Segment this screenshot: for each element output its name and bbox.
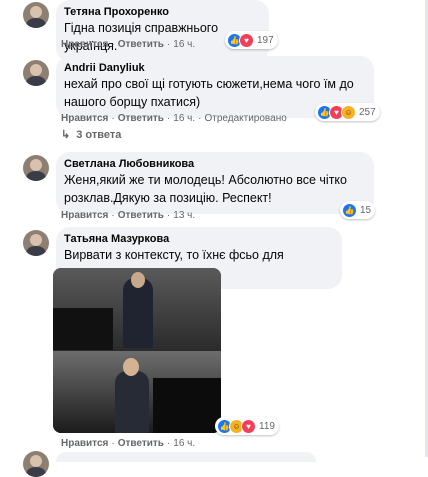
separator: · <box>111 39 115 50</box>
separator: · <box>166 210 171 221</box>
separator: · <box>111 438 115 449</box>
reactions-summary[interactable]: 👍 ♥ 197 <box>225 31 278 49</box>
photo-car <box>53 308 113 350</box>
separator: · <box>111 113 115 124</box>
photo-person <box>123 278 153 348</box>
comment-author[interactable]: Andrii Danyliuk <box>64 61 364 75</box>
photo-car <box>153 378 221 433</box>
separator: · <box>166 438 171 449</box>
reply-button[interactable]: Ответить <box>118 210 164 221</box>
replies-count: 3 ответа <box>76 129 122 141</box>
reactions-summary[interactable]: 👍 ☺ ♥ 119 <box>215 417 279 435</box>
avatar[interactable] <box>23 60 49 86</box>
comment-author[interactable]: Светлана Любовникова <box>64 157 364 171</box>
separator: · <box>166 39 171 50</box>
comment-actions: Нравится · Ответить · 13 ч. <box>61 209 195 223</box>
comment-photo[interactable] <box>53 268 221 433</box>
like-button[interactable]: Нравится <box>61 210 108 221</box>
avatar[interactable] <box>23 2 49 28</box>
photo-person-head <box>131 272 145 288</box>
comment-actions: Нравится · Ответить · 16 ч. <box>61 38 195 52</box>
comment-actions: Нравится · Ответить · 16 ч. · Отредактировано <box>61 112 287 126</box>
reactions-summary[interactable]: 👍 ♥ ☺ 257 <box>315 103 380 121</box>
reply-arrow-icon: ↳ <box>61 129 71 141</box>
reply-button[interactable]: Ответить <box>118 39 164 50</box>
timestamp[interactable]: 16 ч. <box>173 113 195 124</box>
comment-bubble: Светлана Любовникова Женя,який же ти мол… <box>56 152 374 214</box>
comment-text: Женя,який же ти молодець! Абсолютно все … <box>64 173 347 205</box>
edited-label: Отредактировано <box>204 113 287 124</box>
view-replies-link[interactable]: ↳ 3 ответа <box>61 128 121 141</box>
timestamp[interactable]: 16 ч. <box>173 39 195 50</box>
photo-person <box>115 371 149 433</box>
love-icon: ♥ <box>239 32 254 48</box>
separator: · <box>111 210 115 221</box>
haha-icon: ☺ <box>341 104 356 120</box>
like-button[interactable]: Нравится <box>61 39 108 50</box>
love-icon: ♥ <box>241 418 256 434</box>
timestamp[interactable]: 13 ч. <box>173 210 195 221</box>
reaction-count: 15 <box>360 204 372 216</box>
reply-button[interactable]: Ответить <box>118 438 164 449</box>
separator: · <box>166 113 171 124</box>
timestamp[interactable]: 16 ч. <box>173 438 195 449</box>
reply-button[interactable]: Ответить <box>118 113 164 124</box>
avatar[interactable] <box>23 230 49 256</box>
reaction-count: 119 <box>259 420 275 432</box>
like-icon: 👍 <box>342 202 357 218</box>
like-button[interactable]: Нравится <box>61 113 108 124</box>
reaction-count: 197 <box>257 34 274 46</box>
photo-person-head <box>123 358 139 376</box>
comment-actions: Нравится · Ответить · 16 ч. <box>61 437 195 451</box>
comment-author[interactable]: Тетяна Прохоренко <box>64 5 259 19</box>
next-comment-bubble <box>56 452 316 462</box>
avatar[interactable] <box>23 155 49 181</box>
avatar[interactable] <box>23 451 49 477</box>
reactions-summary[interactable]: 👍 15 <box>340 201 376 219</box>
comment-author[interactable]: Татьяна Мазуркова <box>64 232 332 246</box>
reaction-count: 257 <box>359 106 376 118</box>
separator: · <box>198 113 202 124</box>
like-button[interactable]: Нравится <box>61 438 108 449</box>
